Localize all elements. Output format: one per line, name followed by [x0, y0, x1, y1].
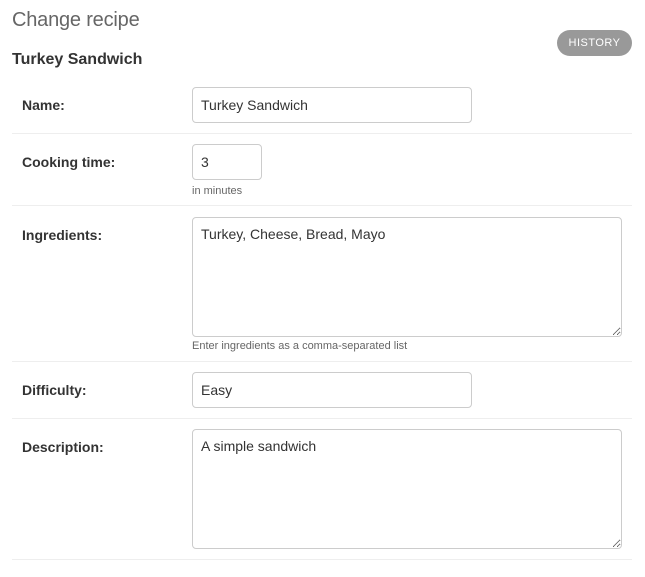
- cooking-time-input[interactable]: [192, 144, 262, 180]
- history-button[interactable]: HISTORY: [557, 30, 632, 56]
- difficulty-field-wrap: [192, 372, 472, 408]
- form-row-name: Name:: [12, 77, 632, 134]
- ingredients-field-wrap: Turkey, Cheese, Bread, Mayo Enter ingred…: [192, 217, 622, 352]
- cooking-time-help: in minutes: [192, 185, 243, 197]
- description-label: Description:: [22, 439, 104, 455]
- page-title: Change recipe: [12, 9, 140, 31]
- object-title: Turkey Sandwich: [12, 51, 143, 68]
- description-field-wrap: A simple sandwich: [192, 429, 622, 549]
- cooking-time-label: Cooking time:: [22, 154, 116, 170]
- recipe-form: Name: Cooking time: in minutes Ingredien…: [12, 77, 632, 560]
- difficulty-input[interactable]: [192, 372, 472, 408]
- form-row-cooking-time: Cooking time: in minutes: [12, 134, 632, 206]
- cooking-time-field-wrap: in minutes: [192, 144, 262, 197]
- description-textarea[interactable]: A simple sandwich: [192, 429, 622, 549]
- form-row-description: Description: A simple sandwich: [12, 419, 632, 560]
- name-label: Name:: [22, 97, 65, 113]
- name-field-wrap: [192, 87, 472, 123]
- difficulty-label: Difficulty:: [22, 382, 87, 398]
- change-recipe-page: Change recipe HISTORY Turkey Sandwich Na…: [0, 0, 645, 577]
- ingredients-textarea[interactable]: Turkey, Cheese, Bread, Mayo: [192, 217, 622, 337]
- name-input[interactable]: [192, 87, 472, 123]
- form-row-difficulty: Difficulty:: [12, 362, 632, 419]
- form-row-ingredients: Ingredients: Turkey, Cheese, Bread, Mayo…: [12, 206, 632, 362]
- ingredients-label: Ingredients:: [22, 227, 103, 243]
- ingredients-help: Enter ingredients as a comma-separated l…: [192, 340, 408, 352]
